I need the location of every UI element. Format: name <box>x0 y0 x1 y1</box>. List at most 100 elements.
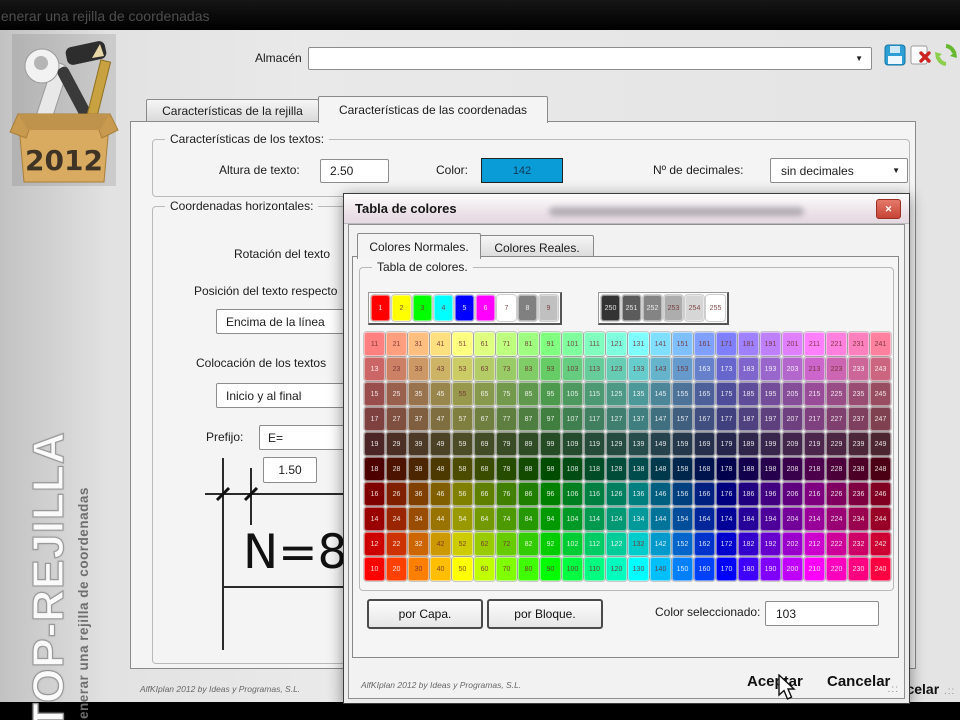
color-swatch[interactable]: 115 <box>583 381 606 407</box>
color-swatch[interactable]: 69 <box>473 431 496 457</box>
color-swatch[interactable]: 142 <box>649 531 672 557</box>
color-swatch[interactable]: 217 <box>803 406 826 432</box>
window-titlebar[interactable]: Generar una rejilla de coordenadas <box>0 0 960 30</box>
color-swatch[interactable]: 62 <box>473 531 496 557</box>
color-swatch[interactable]: 172 <box>715 531 738 557</box>
color-swatch[interactable]: 66 <box>473 481 496 507</box>
color-swatch[interactable]: 248 <box>869 456 892 482</box>
color-swatch[interactable]: 91 <box>539 331 562 357</box>
color-swatch[interactable]: 71 <box>495 331 518 357</box>
color-swatch[interactable]: 23 <box>385 356 408 382</box>
color-swatch[interactable]: 231 <box>847 331 870 357</box>
color-swatch[interactable]: 105 <box>561 381 584 407</box>
color-swatch[interactable]: 207 <box>781 406 804 432</box>
color-swatch[interactable]: 233 <box>847 356 870 382</box>
color-swatch[interactable]: 216 <box>803 481 826 507</box>
color-swatch[interactable]: 86 <box>517 481 540 507</box>
color-swatch[interactable]: 253 <box>663 294 684 322</box>
color-swatch[interactable]: 107 <box>561 406 584 432</box>
color-swatch[interactable]: 18 <box>363 456 386 482</box>
color-value-button[interactable]: 142 <box>481 158 563 183</box>
color-swatch[interactable]: 255 <box>705 294 726 322</box>
color-swatch[interactable]: 252 <box>642 294 663 322</box>
color-swatch[interactable]: 237 <box>847 406 870 432</box>
color-swatch[interactable]: 46 <box>429 481 452 507</box>
color-swatch[interactable]: 146 <box>649 481 672 507</box>
color-swatch[interactable]: 6 <box>475 294 496 322</box>
tab-colores-normales[interactable]: Colores Normales. <box>357 233 481 259</box>
color-swatch[interactable]: 137 <box>627 406 650 432</box>
color-swatch[interactable]: 223 <box>825 356 848 382</box>
color-swatch[interactable]: 5 <box>454 294 475 322</box>
color-swatch[interactable]: 34 <box>407 506 430 532</box>
color-swatch[interactable]: 116 <box>583 481 606 507</box>
color-swatch[interactable]: 89 <box>517 431 540 457</box>
color-swatch[interactable]: 203 <box>781 356 804 382</box>
color-swatch[interactable]: 133 <box>627 356 650 382</box>
color-swatch[interactable]: 180 <box>737 556 760 582</box>
color-swatch[interactable]: 129 <box>605 431 628 457</box>
color-swatch[interactable]: 70 <box>495 556 518 582</box>
color-swatch[interactable]: 135 <box>627 381 650 407</box>
color-swatch[interactable]: 36 <box>407 481 430 507</box>
color-swatch[interactable]: 197 <box>759 406 782 432</box>
color-swatch[interactable]: 82 <box>517 531 540 557</box>
color-swatch[interactable]: 14 <box>363 506 386 532</box>
color-swatch[interactable]: 245 <box>869 381 892 407</box>
color-swatch[interactable]: 208 <box>781 456 804 482</box>
color-swatch[interactable]: 247 <box>869 406 892 432</box>
color-swatch[interactable]: 59 <box>451 431 474 457</box>
color-swatch[interactable]: 204 <box>781 506 804 532</box>
color-swatch[interactable]: 112 <box>583 531 606 557</box>
color-swatch[interactable]: 168 <box>693 456 716 482</box>
color-swatch[interactable]: 110 <box>583 556 606 582</box>
color-swatch[interactable]: 127 <box>605 406 628 432</box>
color-swatch[interactable]: 159 <box>671 431 694 457</box>
color-swatch[interactable]: 160 <box>693 556 716 582</box>
color-swatch[interactable]: 191 <box>759 331 782 357</box>
color-swatch[interactable]: 79 <box>495 431 518 457</box>
color-swatch[interactable]: 215 <box>803 381 826 407</box>
color-swatch[interactable]: 145 <box>649 381 672 407</box>
color-swatch[interactable]: 162 <box>693 531 716 557</box>
separacion-input[interactable]: 1.50 <box>263 457 317 483</box>
color-swatch[interactable]: 11 <box>363 331 386 357</box>
color-swatch[interactable]: 164 <box>693 506 716 532</box>
color-swatch[interactable]: 100 <box>561 556 584 582</box>
color-swatch[interactable]: 76 <box>495 481 518 507</box>
color-swatch[interactable]: 192 <box>759 531 782 557</box>
color-swatch[interactable]: 209 <box>781 431 804 457</box>
color-swatch[interactable]: 211 <box>803 331 826 357</box>
almacen-combobox[interactable]: ▼ <box>308 47 872 70</box>
dialog-titlebar[interactable]: Tabla de colores ✕ <box>344 194 909 224</box>
color-swatch[interactable]: 83 <box>517 356 540 382</box>
color-swatch[interactable]: 58 <box>451 456 474 482</box>
color-swatch[interactable]: 226 <box>825 481 848 507</box>
color-swatch[interactable]: 19 <box>363 431 386 457</box>
color-swatch[interactable]: 75 <box>495 381 518 407</box>
color-swatch[interactable]: 244 <box>869 506 892 532</box>
color-swatch[interactable]: 200 <box>781 556 804 582</box>
color-swatch[interactable]: 51 <box>451 331 474 357</box>
color-swatch[interactable]: 140 <box>649 556 672 582</box>
color-swatch[interactable]: 131 <box>627 331 650 357</box>
color-swatch[interactable]: 55 <box>451 381 474 407</box>
color-swatch[interactable]: 87 <box>517 406 540 432</box>
color-swatch[interactable]: 43 <box>429 356 452 382</box>
color-swatch[interactable]: 3 <box>412 294 433 322</box>
color-swatch[interactable]: 39 <box>407 431 430 457</box>
color-swatch[interactable]: 63 <box>473 356 496 382</box>
color-swatch[interactable]: 94 <box>539 506 562 532</box>
color-swatch[interactable]: 40 <box>429 556 452 582</box>
color-swatch[interactable]: 28 <box>385 456 408 482</box>
color-swatch[interactable]: 88 <box>517 456 540 482</box>
color-swatch[interactable]: 239 <box>847 431 870 457</box>
color-swatch[interactable]: 10 <box>363 556 386 582</box>
decimales-select[interactable]: sin decimales ▼ <box>770 158 908 183</box>
color-swatch[interactable]: 174 <box>715 506 738 532</box>
color-swatch[interactable]: 124 <box>605 506 628 532</box>
color-swatch[interactable]: 33 <box>407 356 430 382</box>
selected-color-input[interactable]: 103 <box>765 601 879 626</box>
color-swatch[interactable]: 81 <box>517 331 540 357</box>
color-swatch[interactable]: 185 <box>737 381 760 407</box>
